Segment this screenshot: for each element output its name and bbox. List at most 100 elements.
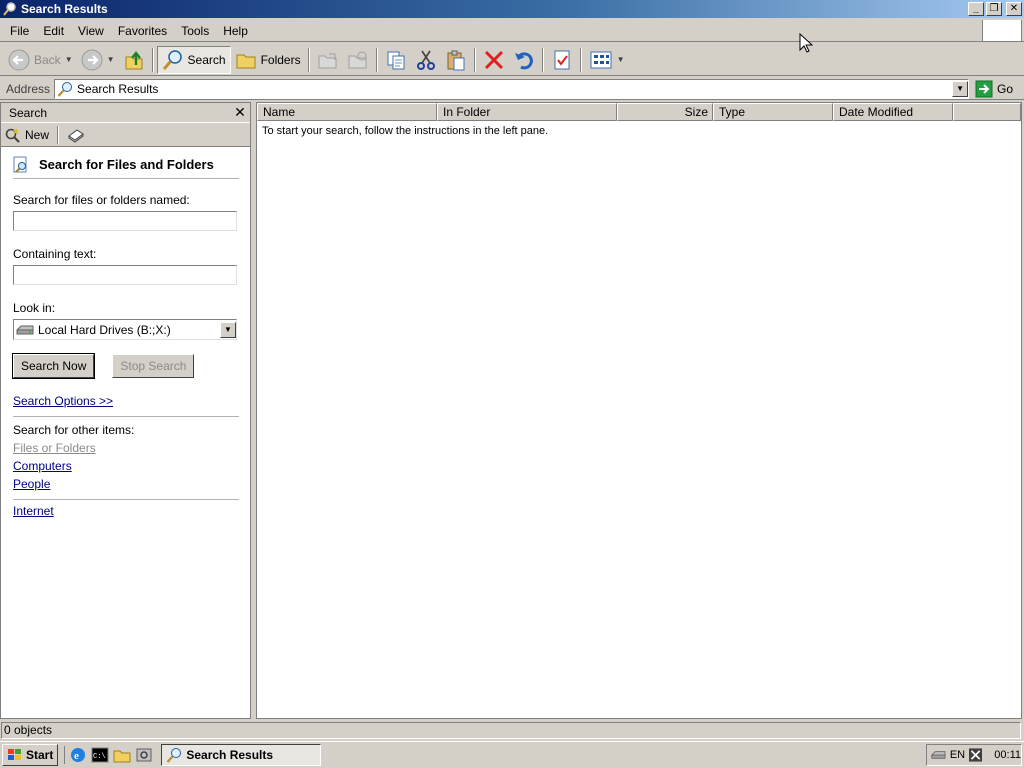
divider [13, 499, 239, 500]
search-button[interactable]: Search [156, 45, 231, 74]
column-date-modified[interactable]: Date Modified [833, 103, 953, 121]
column-name[interactable]: Name [257, 103, 437, 121]
delete-button[interactable] [479, 46, 509, 74]
status-bar: 0 objects [0, 721, 1024, 740]
search-pane: Search ✕ New Search for Files and Folder… [0, 102, 251, 719]
copy-to-button[interactable] [343, 46, 373, 74]
menu-help[interactable]: Help [216, 21, 255, 41]
search-icon [57, 81, 73, 97]
copy-to-icon [348, 51, 367, 68]
minimize-button[interactable]: _ [968, 2, 984, 16]
copy-button[interactable] [381, 46, 411, 74]
search-icon [162, 49, 182, 70]
forward-arrow-icon [81, 49, 103, 70]
menu-view[interactable]: View [71, 21, 111, 41]
paste-button[interactable] [441, 46, 471, 74]
mouse-cursor-icon [799, 33, 813, 53]
close-button[interactable]: ✕ [1006, 2, 1022, 16]
cut-button[interactable] [411, 46, 441, 74]
delete-x-icon [484, 50, 503, 69]
views-button[interactable]: ▼ [585, 46, 629, 74]
column-filler [953, 103, 1021, 121]
column-in-folder[interactable]: In Folder [437, 103, 617, 121]
svg-text:e: e [74, 750, 79, 762]
filename-input[interactable] [13, 211, 237, 231]
menu-file[interactable]: File [0, 21, 36, 41]
menu-edit[interactable]: Edit [36, 21, 71, 41]
address-value: Search Results [77, 81, 159, 96]
views-dropdown-icon[interactable]: ▼ [617, 55, 625, 64]
column-type[interactable]: Type [713, 103, 833, 121]
toolbar-separator [579, 47, 582, 72]
toolbar: Back ▼ ▼ Search Folders ▼ [0, 44, 1024, 76]
start-button[interactable]: Start [2, 744, 59, 766]
search-form: Search for Files and Folders Search for … [11, 151, 239, 518]
look-in-dropdown-icon[interactable]: ▼ [220, 321, 236, 338]
computers-link[interactable]: Computers [13, 459, 72, 473]
stop-search-button[interactable]: Stop Search [112, 354, 195, 378]
folder-icon [236, 54, 256, 68]
internet-link[interactable]: Internet [13, 504, 54, 518]
go-button[interactable]: Go [975, 80, 1013, 98]
forward-button[interactable]: ▼ [77, 46, 119, 74]
network-icon[interactable] [931, 749, 946, 761]
clock: 00:11 [994, 749, 1021, 761]
folders-button[interactable]: Folders [231, 46, 305, 74]
system-tool-icon[interactable] [135, 746, 153, 764]
look-in-value: Local Hard Drives (B:;X:) [38, 322, 171, 337]
toolbar-separator [57, 125, 60, 144]
search-pane-title: Search [9, 105, 48, 120]
title-bar[interactable]: Search Results _ ❐ ✕ [0, 0, 1024, 18]
language-indicator[interactable]: EN [950, 749, 965, 761]
address-label: Address [6, 81, 51, 96]
new-search-button[interactable]: New [5, 127, 49, 143]
toolbar-separator [151, 47, 154, 72]
address-dropdown-icon[interactable]: ▼ [952, 80, 969, 97]
close-pane-icon[interactable]: ✕ [230, 104, 250, 121]
new-search-icon [5, 127, 20, 143]
containing-text-input[interactable] [13, 265, 237, 285]
search-heading-label: Search for Files and Folders [39, 157, 214, 172]
column-headers: Name In Folder Size Type Date Modified [257, 103, 1021, 121]
command-prompt-icon[interactable]: C:\ [91, 746, 109, 764]
copy-icon [387, 51, 405, 69]
up-folder-button[interactable] [119, 46, 149, 74]
tray-close-x-icon[interactable] [969, 747, 983, 763]
hard-drive-icon [16, 325, 34, 334]
throbber-logo [982, 20, 1022, 42]
go-arrow-icon [975, 80, 993, 97]
properties-button[interactable] [547, 46, 577, 74]
toolbar-separator [473, 47, 476, 72]
undo-button[interactable] [509, 46, 539, 74]
people-link[interactable]: People [13, 477, 50, 491]
search-pane-header: Search ✕ [1, 103, 250, 123]
search-button-label: Search [187, 52, 226, 67]
search-history-icon[interactable] [67, 127, 85, 143]
back-arrow-icon [8, 49, 30, 70]
move-to-icon [318, 53, 337, 68]
restore-button[interactable]: ❐ [986, 2, 1002, 16]
svg-text:C:\: C:\ [93, 753, 106, 761]
taskbar-search-results[interactable]: Search Results [161, 744, 322, 766]
search-pane-toolbar: New [1, 123, 250, 147]
address-field[interactable]: Search Results ▼ [54, 78, 970, 99]
column-size[interactable]: Size [617, 103, 713, 121]
look-in-select[interactable]: Local Hard Drives (B:;X:) ▼ [13, 319, 237, 340]
named-label: Search for files or folders named: [13, 193, 190, 207]
toolbar-separator [541, 47, 544, 72]
forward-dropdown-icon[interactable]: ▼ [107, 55, 115, 64]
search-now-button[interactable]: Search Now [11, 353, 96, 379]
menu-tools[interactable]: Tools [174, 21, 216, 41]
back-label: Back [34, 52, 61, 67]
back-dropdown-icon[interactable]: ▼ [65, 55, 73, 64]
menu-favorites[interactable]: Favorites [111, 21, 174, 41]
files-or-folders-link[interactable]: Files or Folders [13, 441, 96, 455]
quick-launch: e C:\ [64, 746, 153, 764]
search-options-link[interactable]: Search Options >> [13, 394, 113, 408]
explorer-folder-icon[interactable] [113, 746, 131, 764]
move-to-button[interactable] [313, 46, 343, 74]
toolbar-separator [307, 47, 310, 72]
internet-explorer-icon[interactable]: e [69, 746, 87, 764]
windows-logo-icon [8, 749, 21, 760]
back-button[interactable]: Back ▼ [4, 46, 77, 74]
